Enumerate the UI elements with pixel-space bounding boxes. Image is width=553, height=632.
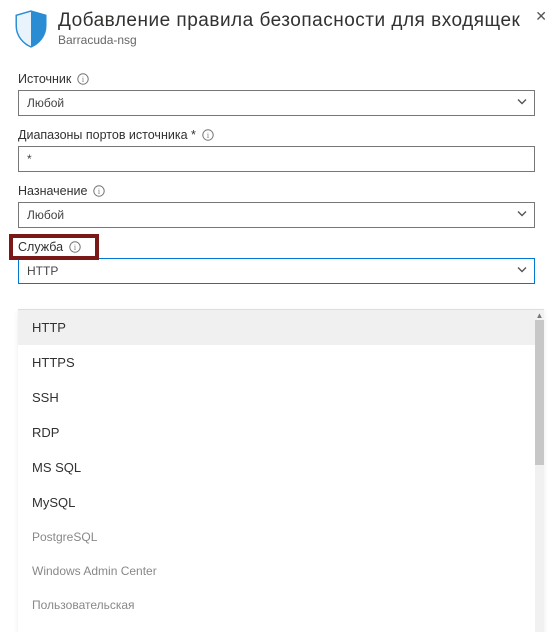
label-source: Источник	[18, 72, 71, 86]
service-option[interactable]: SSH	[18, 380, 544, 415]
service-select[interactable]: HTTP	[18, 258, 535, 284]
field-service: Служба i HTTP	[18, 236, 535, 284]
label-destination: Назначение	[18, 184, 87, 198]
info-icon[interactable]: i	[202, 129, 214, 141]
service-option[interactable]: FTP	[18, 622, 544, 632]
blade-header: Добавление правила безопасности для вход…	[0, 0, 553, 54]
service-option[interactable]: MS SQL	[18, 450, 544, 485]
field-source-port: Диапазоны портов источника * i *	[18, 124, 535, 172]
info-icon[interactable]: i	[93, 185, 105, 197]
info-icon[interactable]: i	[77, 73, 89, 85]
service-option[interactable]: MySQL	[18, 485, 544, 520]
info-icon[interactable]: i	[69, 241, 81, 253]
service-option[interactable]: Windows Admin Center	[18, 554, 544, 588]
service-option[interactable]: HTTPS	[18, 345, 544, 380]
svg-text:i: i	[207, 131, 210, 140]
field-destination: Назначение i Любой	[18, 180, 535, 228]
field-source: Источник i Любой	[18, 68, 535, 116]
label-service: Служба	[18, 240, 63, 254]
source-port-value: *	[27, 152, 32, 166]
label-source-port: Диапазоны портов источника *	[18, 128, 196, 142]
close-icon[interactable]: ✕	[535, 8, 547, 25]
shield-icon	[14, 10, 48, 48]
svg-text:i: i	[74, 243, 77, 252]
service-value: HTTP	[27, 264, 58, 278]
scroll-up-icon[interactable]: ▲	[535, 310, 544, 320]
source-select[interactable]: Любой	[18, 90, 535, 116]
service-dropdown: HTTPHTTPSSSHRDPMS SQLMySQLPostgreSQLWind…	[18, 309, 544, 632]
chevron-down-icon	[516, 264, 528, 279]
source-value: Любой	[27, 96, 64, 110]
chevron-down-icon	[516, 96, 528, 111]
page-subtitle: Barracuda-nsg	[58, 33, 520, 47]
scrollbar-track[interactable]: ▲	[535, 310, 544, 632]
service-option[interactable]: Пользовательская	[18, 588, 544, 622]
chevron-down-icon	[516, 208, 528, 223]
service-option[interactable]: PostgreSQL	[18, 520, 544, 554]
scrollbar-thumb[interactable]	[535, 320, 544, 465]
form: Источник i Любой Диапазоны портов источн…	[0, 54, 553, 284]
service-option[interactable]: HTTP	[18, 310, 544, 345]
destination-value: Любой	[27, 208, 64, 222]
source-port-input[interactable]: *	[18, 146, 535, 172]
svg-text:i: i	[98, 187, 101, 196]
destination-select[interactable]: Любой	[18, 202, 535, 228]
svg-text:i: i	[82, 75, 85, 84]
service-option[interactable]: RDP	[18, 415, 544, 450]
page-title: Добавление правила безопасности для вход…	[58, 10, 520, 32]
dropdown-list[interactable]: HTTPHTTPSSSHRDPMS SQLMySQLPostgreSQLWind…	[18, 310, 544, 632]
